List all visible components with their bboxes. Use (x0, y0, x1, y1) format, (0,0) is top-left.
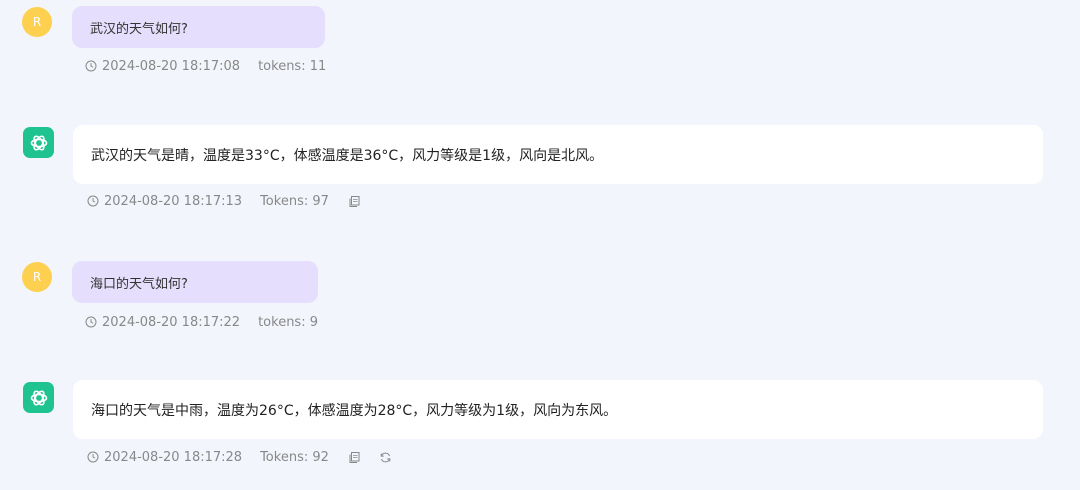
message-text: 武汉的天气如何? (90, 21, 188, 37)
message-meta: 2024-08-20 18:17:22 tokens: 9 (85, 313, 318, 331)
token-count: tokens: 11 (258, 58, 327, 74)
assistant-message-bubble: 海口的天气是中雨，温度为26°C，体感温度为28°C，风力等级为1级，风向为东风… (73, 380, 1043, 439)
message-text: 海口的天气是中雨，温度为26°C，体感温度为28°C，风力等级为1级，风向为东风… (91, 402, 618, 419)
message-timestamp: 2024-08-20 18:17:22 (102, 314, 241, 330)
assistant-message-bubble: 武汉的天气是晴，温度是33°C，体感温度是36°C，风力等级是1级，风向是北风。 (73, 125, 1043, 184)
message-meta: 2024-08-20 18:17:08 tokens: 11 (85, 57, 326, 75)
message-timestamp: 2024-08-20 18:17:13 (104, 193, 243, 209)
message-meta: 2024-08-20 18:17:13 Tokens: 97 (87, 192, 361, 210)
avatar-letter: R (32, 270, 42, 284)
token-count: tokens: 9 (258, 314, 318, 330)
message-meta: 2024-08-20 18:17:28 Tokens: 92 (87, 448, 392, 466)
assistant-avatar (23, 382, 54, 413)
message-timestamp: 2024-08-20 18:17:28 (104, 449, 243, 465)
user-message-bubble: 武汉的天气如何? (72, 6, 325, 48)
avatar-letter: R (32, 15, 42, 29)
clock-icon (85, 60, 97, 72)
clock-icon (87, 451, 99, 463)
clock-icon (85, 316, 97, 328)
openai-logo-icon (28, 132, 50, 154)
copy-icon[interactable] (348, 195, 361, 208)
openai-logo-icon (28, 387, 50, 409)
message-timestamp: 2024-08-20 18:17:08 (102, 58, 241, 74)
message-text: 武汉的天气是晴，温度是33°C，体感温度是36°C，风力等级是1级，风向是北风。 (91, 147, 604, 164)
copy-icon[interactable] (348, 451, 361, 464)
refresh-icon[interactable] (379, 451, 392, 464)
token-count: Tokens: 92 (260, 449, 329, 465)
message-text: 海口的天气如何? (90, 276, 188, 292)
token-count: Tokens: 97 (260, 193, 329, 209)
user-message-bubble: 海口的天气如何? (72, 261, 318, 303)
clock-icon (87, 195, 99, 207)
user-avatar: R (22, 262, 52, 292)
user-avatar: R (22, 7, 52, 37)
assistant-avatar (23, 127, 54, 158)
